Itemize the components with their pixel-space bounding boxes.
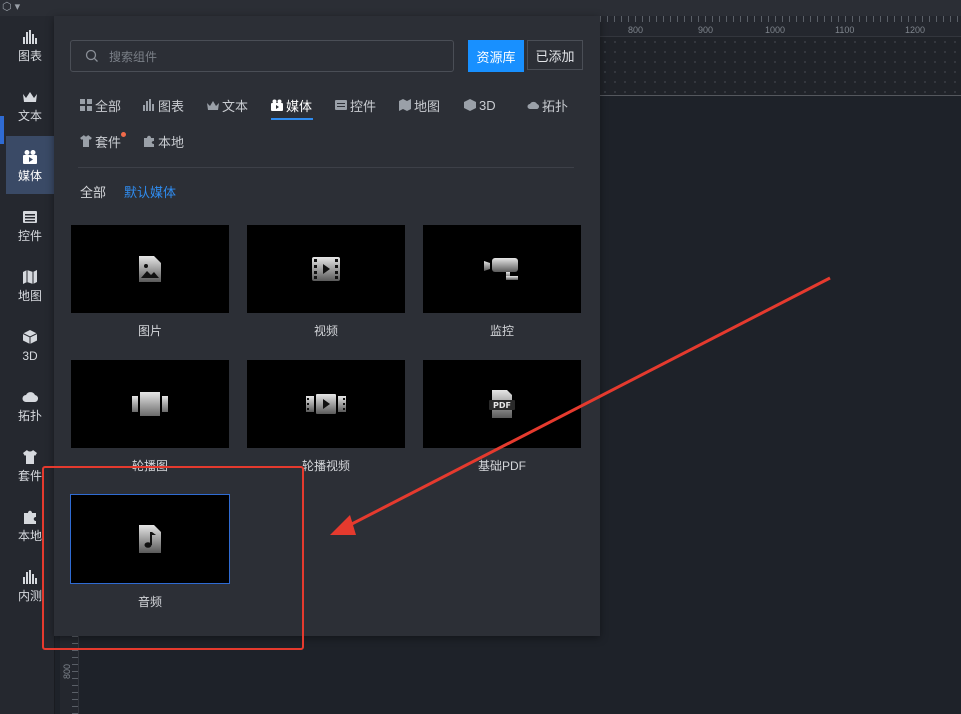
card-image[interactable] [71, 225, 229, 313]
cube-icon [464, 99, 476, 111]
media-camera-icon [21, 148, 39, 166]
added-button[interactable]: 已添加 [527, 40, 583, 70]
controls-icon [335, 99, 347, 111]
pdf-icon: PDF [423, 360, 581, 448]
sidebar-item-label: 本地 [17, 528, 42, 543]
crown-text-icon [21, 88, 39, 106]
beta-chart-icon [21, 568, 39, 586]
media-camera-icon [271, 99, 283, 111]
controls-icon [21, 208, 39, 226]
sidebar-item-controls[interactable]: 控件 [6, 196, 54, 254]
sidebar-item-text[interactable]: 文本 [6, 76, 54, 134]
ruler-label: 800 [628, 25, 644, 35]
carousel-icon [71, 360, 229, 448]
horizontal-ruler: 800 900 1000 1100 1200 [600, 16, 961, 37]
tab-chart[interactable]: 图表 [143, 94, 184, 116]
sidebar-item-3d[interactable]: 3D [6, 316, 54, 374]
tab-map[interactable]: 地图 [399, 94, 440, 116]
ruler-label: 1200 [905, 25, 926, 35]
sidebar-item-label: 内测 [17, 588, 42, 603]
card-label: 监控 [489, 324, 514, 338]
tab-label: 拓扑 [542, 98, 569, 114]
divider [78, 167, 574, 168]
card-label: 基础PDF [477, 459, 526, 473]
tab-media[interactable]: 媒体 [271, 94, 312, 116]
sidebar-item-label: 3D [22, 348, 38, 363]
sidebar-item-label: 媒体 [17, 168, 42, 183]
crown-text-icon [207, 99, 219, 111]
card-video-carousel[interactable] [247, 360, 405, 448]
tab-topology[interactable]: 拓扑 [527, 94, 568, 116]
map-icon [21, 268, 39, 286]
sidebar-item-topology[interactable]: 拓扑 [6, 376, 54, 434]
card-carousel[interactable] [71, 360, 229, 448]
sidebar-item-label: 图表 [17, 48, 42, 63]
tab-label: 套件 [95, 134, 122, 150]
cube-icon [21, 328, 39, 346]
tab-controls[interactable]: 控件 [335, 94, 376, 116]
tab-label: 文本 [222, 98, 249, 114]
tab-label: 媒体 [286, 98, 313, 114]
tab-label: 地图 [414, 98, 441, 114]
bar-chart-icon [143, 99, 155, 111]
ruler-label: 800 [62, 664, 72, 680]
active-tab-underline [271, 118, 313, 120]
search-input[interactable] [107, 41, 441, 73]
image-file-icon [71, 225, 229, 313]
top-bar-text[interactable]: ⬡ ▾ [2, 0, 20, 13]
sidebar-item-label: 拓扑 [17, 408, 42, 423]
sidebar-item-label: 文本 [17, 108, 42, 123]
top-bar: ⬡ ▾ [0, 0, 961, 16]
cloud-topology-icon [21, 388, 39, 406]
sidebar-item-media[interactable]: 媒体 [6, 136, 54, 194]
shirt-kit-icon [21, 448, 39, 466]
cloud-topology-icon [527, 99, 539, 111]
resource-library-button[interactable]: 资源库 [468, 40, 524, 72]
tab-kit[interactable]: 套件 [80, 130, 121, 152]
shirt-kit-icon [80, 135, 92, 147]
tab-label: 图表 [158, 98, 185, 114]
subtab-default-media[interactable]: 默认媒体 [124, 182, 176, 201]
tab-3d[interactable]: 3D [464, 94, 496, 116]
video-film-icon [247, 225, 405, 313]
ruler-label: 1000 [765, 25, 786, 35]
puzzle-icon [143, 135, 155, 147]
search-box [70, 40, 454, 73]
tab-label: 控件 [350, 98, 377, 114]
sidebar-item-label: 控件 [17, 228, 42, 243]
canvas-guide-line [600, 95, 961, 96]
surveillance-camera-icon [423, 225, 581, 313]
card-video[interactable] [247, 225, 405, 313]
tab-label: 本地 [158, 134, 185, 150]
video-carousel-icon [247, 360, 405, 448]
new-badge-dot [121, 132, 126, 137]
bar-chart-icon [21, 28, 39, 46]
sidebar-item-chart[interactable]: 图表 [6, 16, 54, 74]
sidebar-item-map[interactable]: 地图 [6, 256, 54, 314]
sidebar-item-label: 地图 [17, 288, 42, 303]
sidebar-item-label: 套件 [17, 468, 42, 483]
card-label: 视频 [313, 324, 338, 338]
card-pdf[interactable]: PDF [423, 360, 581, 448]
card-surveillance[interactable] [423, 225, 581, 313]
tab-local[interactable]: 本地 [143, 130, 184, 152]
puzzle-icon [21, 508, 39, 526]
tab-label: 3D [479, 97, 496, 113]
annotation-highlight-box [42, 466, 304, 650]
ruler-label: 900 [698, 25, 714, 35]
tab-text[interactable]: 文本 [207, 94, 248, 116]
map-icon [399, 99, 411, 111]
subtab-all[interactable]: 全部 [80, 182, 106, 201]
svg-text:PDF: PDF [493, 401, 511, 410]
grid-icon [80, 99, 92, 111]
sidebar-active-accent [0, 116, 4, 144]
ruler-label: 1100 [835, 25, 855, 35]
tab-label: 全部 [95, 98, 122, 114]
ruler-ticks [600, 16, 961, 22]
card-label: 图片 [137, 324, 162, 338]
search-icon [85, 49, 99, 63]
canvas-grid [600, 37, 961, 95]
tab-all[interactable]: 全部 [80, 94, 121, 116]
